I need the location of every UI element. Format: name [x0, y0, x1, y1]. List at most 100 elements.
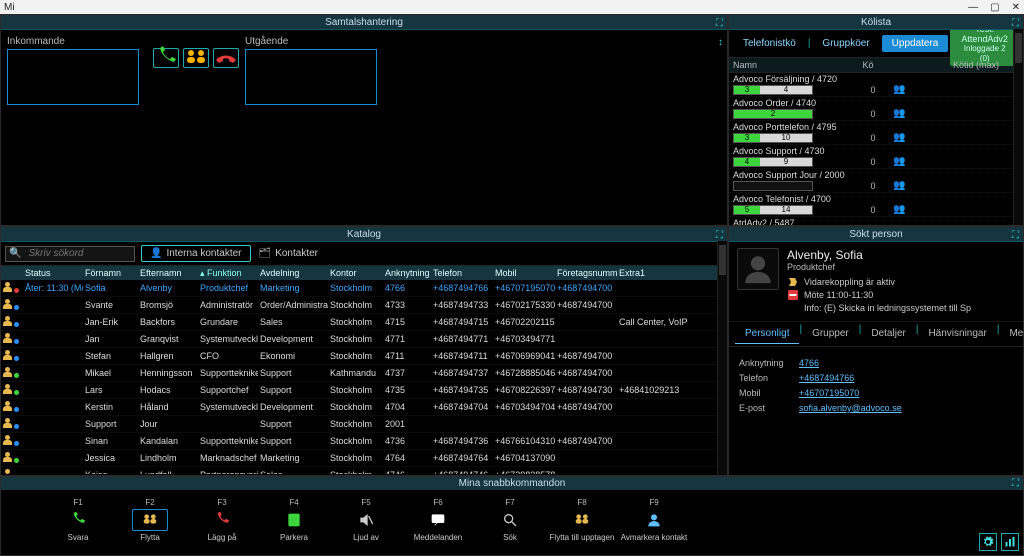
search-icon: 🔍 — [6, 248, 24, 259]
tab-detaljer[interactable]: Detaljer — [861, 324, 915, 344]
panel-header-call-handling: Samtalshantering ⛶ — [1, 15, 727, 30]
queue-tab-group[interactable]: Gruppköer — [812, 35, 879, 52]
panel-title-queue: Kölista — [861, 17, 891, 28]
transfer-button[interactable] — [183, 48, 209, 68]
avatar — [737, 248, 779, 290]
agents-icon: 👥 — [893, 204, 943, 215]
maximize-icon[interactable]: ▢ — [990, 2, 999, 13]
shortcut-f5[interactable]: F5 Ljud av — [341, 498, 391, 542]
label-telefon: Telefon — [739, 373, 799, 383]
table-row[interactable]: KerstinHålandSystemutvecklareDevelopment… — [1, 399, 727, 416]
table-row[interactable]: Jan-ErikBackforsGrundareSales Stockholm4… — [1, 314, 727, 331]
outgoing-box[interactable] — [245, 49, 377, 105]
panel-header-shortcuts: Mina snabbkommandon ⛶ — [1, 477, 1023, 490]
table-row[interactable]: Åter: 11:30 (Möte) SofiaAlvenbyProduktch… — [1, 280, 727, 297]
agents-icon: 👥 — [893, 132, 943, 143]
table-row[interactable]: SupportJourSupport Stockholm2001 — [1, 416, 727, 433]
collapse-icon[interactable]: ↕ — [718, 37, 723, 48]
value-mobil[interactable]: +46707195070 — [799, 388, 1013, 398]
panel-shortcuts: Mina snabbkommandon ⛶ F1 Svara F2 Flytta F… — [0, 476, 1024, 556]
queue-row[interactable]: AtdAdv2 / 5487 0 👥 — [729, 217, 1023, 225]
catalog-scrollbar[interactable] — [717, 241, 727, 475]
catalog-tab-internal[interactable]: 👤 Interna kontakter — [141, 245, 251, 262]
shortcut-f9[interactable]: F9 Avmarkera kontakt — [629, 498, 679, 542]
queue-row[interactable]: Advoco Telefonist / 4700 514 0 👥 — [729, 193, 1023, 217]
presence-icon — [3, 350, 17, 360]
agents-icon: 👥 — [893, 156, 943, 167]
label-epost: E-post — [739, 403, 799, 413]
person-title: Produktchef — [787, 262, 1015, 272]
table-row[interactable]: StefanHallgrenCFOEkonomi Stockholm4711+4… — [1, 348, 727, 365]
panel-header-queue: Kölista ⛶ — [729, 15, 1023, 30]
panel-call-handling: Samtalshantering ⛶ Inkommande Utgående ↕ — [0, 14, 728, 226]
stats-icon[interactable] — [1001, 533, 1019, 551]
queue-row[interactable]: Advoco Porttelefon / 4795 310 0 👥 — [729, 121, 1023, 145]
outgoing-label: Utgående — [245, 36, 385, 47]
settings-icon[interactable] — [979, 533, 997, 551]
tab-meddelande[interactable]: Meddelande — [999, 324, 1024, 344]
svg-text:P: P — [291, 516, 296, 525]
incoming-label: Inkommande — [7, 36, 147, 47]
expand-icon[interactable]: ⛶ — [716, 16, 723, 31]
table-row[interactable]: MikaelHenningssonSupportteknikerSupport … — [1, 365, 727, 382]
shortcut-f7[interactable]: F7 Sök — [485, 498, 535, 542]
queue-tab-telefonist[interactable]: Telefonistkö — [733, 35, 806, 52]
shortcut-f3[interactable]: F3 Lägg på — [197, 498, 247, 542]
catalog-tab-contacts[interactable]: 🗂 Kontakter — [251, 246, 327, 261]
queue-row[interactable]: Advoco Support / 4730 49 0 👥 — [729, 145, 1023, 169]
queue-update-button[interactable]: Uppdatera — [882, 35, 949, 52]
value-epost[interactable]: sofia.alvenby@advoco.se — [799, 403, 1013, 413]
status-meeting: Möte 11:00-11:30 — [787, 289, 1015, 301]
value-anknytning[interactable]: 4766 — [799, 358, 1013, 368]
presence-icon — [3, 282, 17, 292]
queue-scrollbar[interactable] — [1013, 29, 1023, 225]
shortcut-f6[interactable]: F6 Meddelanden — [413, 498, 463, 542]
shortcut-f4[interactable]: F4 P Parkera — [269, 498, 319, 542]
person-tabs: Personligt | Grupper | Detaljer | Hänvis… — [729, 322, 1023, 347]
catalog-search-input[interactable] — [24, 248, 124, 259]
window-titlebar: Mi — ▢ ✕ — [0, 0, 1024, 14]
presence-icon — [3, 384, 17, 394]
tab-hanvisningar[interactable]: Hänvisningar — [918, 324, 996, 344]
panel-title-person: Sökt person — [849, 229, 902, 240]
panel-title-catalog: Katalog — [347, 229, 381, 240]
queue-columns: Namn Kö Kötid (max) — [729, 58, 1023, 73]
table-row[interactable]: SinanKandalanSupportteknikerSupport Stoc… — [1, 433, 727, 450]
forward-icon — [787, 276, 799, 288]
close-icon[interactable]: ✕ — [1012, 2, 1020, 13]
value-telefon[interactable]: +4687494766 — [799, 373, 1013, 383]
shortcut-f8[interactable]: F8 Flytta till upptagen — [557, 498, 607, 542]
presence-icon — [3, 435, 17, 445]
table-row[interactable]: KajsaLundfallPartneransvarigSales Stockh… — [1, 467, 727, 474]
expand-icon[interactable]: ⛶ — [1012, 228, 1019, 243]
shortcut-f1[interactable]: F1 Svara — [53, 498, 103, 542]
table-row[interactable]: SvanteBromsjöAdministratörOrder/Administ… — [1, 297, 727, 314]
presence-icon — [3, 452, 17, 462]
agents-icon: 👥 — [893, 180, 943, 191]
panel-catalog: Katalog ⛶ 🔍 👤 Interna kontakter 🗂 Kontak… — [0, 226, 728, 476]
minimize-icon[interactable]: — — [968, 2, 978, 13]
queue-row[interactable]: Advoco Order / 4740 2 0 👥 — [729, 97, 1023, 121]
queue-row[interactable]: Advoco Support Jour / 2000 0 👥 — [729, 169, 1023, 193]
status-info: Info: (E) Skicka in ledningssystemet til… — [787, 302, 1015, 314]
shortcut-f2[interactable]: F2 Flytta — [125, 498, 175, 542]
table-row[interactable]: JanGranqvistSystemutvecklareDevelopment … — [1, 331, 727, 348]
panel-person: Sökt person ⛶ Alvenby, Sofia Produktchef… — [728, 226, 1024, 476]
hangup-button[interactable] — [213, 48, 239, 68]
tab-grupper[interactable]: Grupper — [802, 324, 859, 344]
answer-button[interactable] — [153, 48, 179, 68]
incoming-box[interactable] — [7, 49, 139, 105]
table-row[interactable]: JessicaLindholmMarknadschefMarketing Sto… — [1, 450, 727, 467]
presence-icon — [3, 418, 17, 428]
tab-personligt[interactable]: Personligt — [735, 324, 799, 344]
agents-icon: 👥 — [893, 108, 943, 119]
queue-row[interactable]: Advoco Försäljning / 4720 34 0 👥 — [729, 73, 1023, 97]
busy-icon — [787, 289, 799, 301]
catalog-search[interactable]: 🔍 — [5, 246, 135, 262]
table-row[interactable]: LarsHodacsSupportchefSupport Stockholm47… — [1, 382, 727, 399]
window-title: Mi — [4, 2, 15, 13]
expand-icon[interactable]: ⛶ — [1012, 477, 1019, 490]
presence-icon — [3, 469, 17, 474]
label-anknytning: Anknytning — [739, 358, 799, 368]
presence-icon — [3, 367, 17, 377]
